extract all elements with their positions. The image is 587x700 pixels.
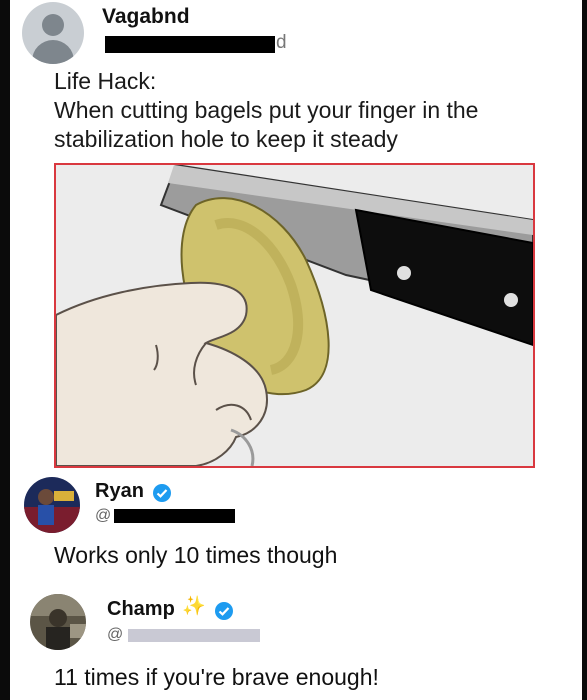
post-image[interactable] (54, 163, 535, 468)
reply-author-name[interactable]: Champ (107, 598, 175, 621)
author-avatar[interactable] (22, 2, 84, 64)
reply-text: Works only 10 times though (54, 542, 338, 568)
verified-badge-icon (215, 602, 233, 620)
reply-handle-redaction (114, 509, 235, 523)
screenshot-card: Vagabnd d Life Hack: When cutting bagels… (10, 0, 582, 700)
author-handle-suffix: d (276, 32, 287, 53)
author-name[interactable]: Vagabnd (102, 5, 190, 29)
post-text-line-2: When cutting bagels put your finger in t… (54, 97, 479, 123)
post-body: Life Hack: When cutting bagels put your … (54, 67, 564, 154)
reply-avatar[interactable] (24, 477, 80, 533)
verified-badge-icon (153, 484, 171, 502)
avatar-head-shape (42, 14, 64, 36)
reply-avatar[interactable] (30, 594, 86, 650)
reply-handle-redaction (128, 629, 260, 642)
post-text-line-3: stabilization hole to keep it steady (54, 126, 398, 152)
avatar-photo (30, 594, 86, 650)
post-text-line-1: Life Hack: (54, 68, 157, 94)
avatar-body-shape (32, 40, 74, 64)
reply-handle-prefix: @ (95, 507, 112, 524)
avatar-photo (24, 477, 80, 533)
reply-text: 11 times if you're brave enough! (54, 664, 379, 690)
bagel-knife-illustration (56, 165, 533, 466)
reply-handle-prefix: @ (107, 626, 124, 643)
sparkles-icon: ✨ (182, 596, 206, 617)
reply-author-name[interactable]: Ryan (95, 480, 144, 503)
author-handle-redaction (105, 36, 275, 53)
